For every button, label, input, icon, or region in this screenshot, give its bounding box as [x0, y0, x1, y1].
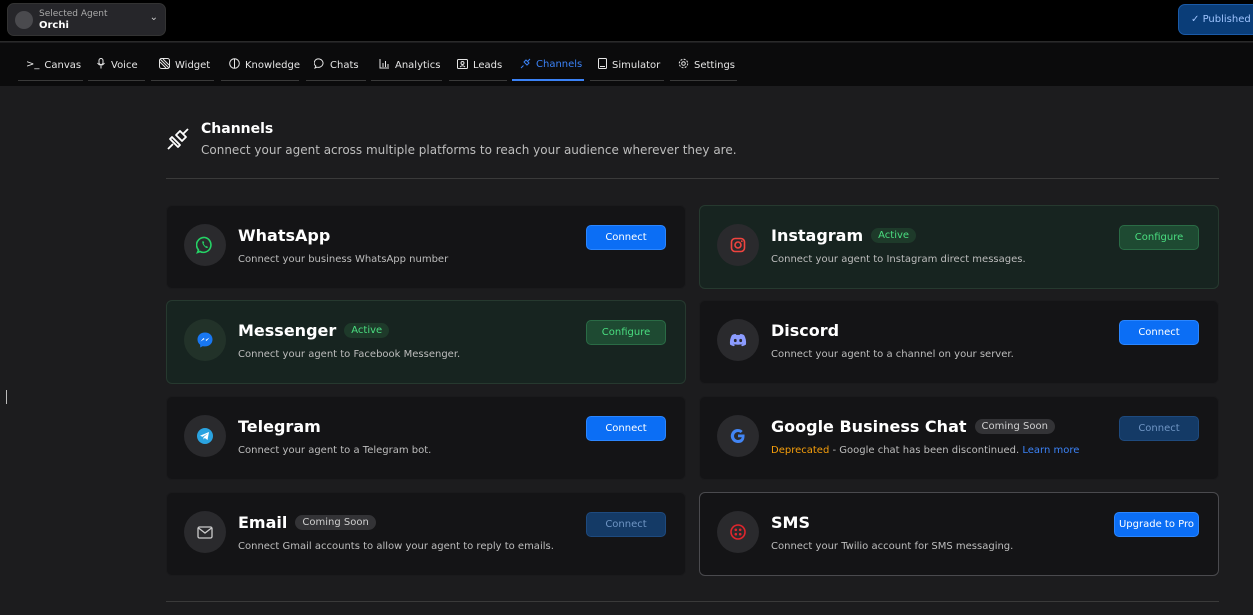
deprecated-label: Deprecated [771, 445, 830, 456]
channel-description: Connect your agent to Instagram direct m… [771, 254, 1026, 265]
tab-canvas[interactable]: >_ Canvas [18, 50, 83, 81]
connect-button[interactable]: Connect [1119, 320, 1199, 345]
connect-button[interactable]: Connect [586, 416, 666, 441]
channel-name: Email [238, 513, 288, 532]
connect-button[interactable]: Connect [586, 225, 666, 250]
channel-card-sms: SMS Connect your Twilio account for SMS … [699, 492, 1219, 576]
messenger-icon [184, 319, 226, 361]
channel-card-whatsapp: WhatsApp Connect your business WhatsApp … [166, 205, 686, 289]
tab-label: Settings [694, 59, 736, 71]
twilio-icon [717, 511, 759, 553]
tab-label: Analytics [395, 59, 441, 71]
page-title: Channels [201, 121, 274, 137]
channel-card-discord: Discord Connect your agent to a channel … [699, 300, 1219, 384]
check-icon: ✓ [1191, 14, 1200, 25]
tab-label: Channels [536, 59, 583, 70]
channel-name: Discord [771, 321, 840, 340]
divider [166, 178, 1219, 179]
discord-icon [717, 319, 759, 361]
channel-card-instagram: Instagram Active Connect your agent to I… [699, 205, 1219, 289]
coming-soon-badge: Coming Soon [974, 419, 1055, 434]
connect-button-disabled: Connect [586, 512, 666, 537]
instagram-icon [717, 224, 759, 266]
tab-label: Knowledge [245, 59, 300, 71]
mail-icon [184, 511, 226, 553]
tab-analytics[interactable]: Analytics [371, 50, 442, 81]
channel-name: Telegram [238, 417, 321, 436]
tab-settings[interactable]: Settings [670, 50, 737, 81]
bar-chart-icon [379, 58, 390, 72]
agent-name: Orchi [39, 20, 69, 31]
agent-selector[interactable]: Selected Agent Orchi ⌄ [7, 3, 166, 36]
top-bar: Selected Agent Orchi ⌄ ✓ Published [0, 0, 1253, 42]
contact-card-icon [457, 58, 468, 72]
tab-label: Chats [330, 59, 359, 71]
coming-soon-badge: Coming Soon [295, 515, 376, 530]
tab-leads[interactable]: Leads [449, 50, 507, 81]
learn-more-link[interactable]: Learn more [1022, 445, 1079, 456]
upgrade-to-pro-button[interactable]: Upgrade to Pro [1114, 512, 1199, 537]
terminal-icon: >_ [26, 59, 40, 70]
channel-name: Google Business Chat [771, 417, 967, 436]
channel-description: Connect your agent to a channel on your … [771, 349, 1014, 360]
gear-icon [678, 58, 689, 72]
plug-icon [166, 127, 190, 151]
channel-name: WhatsApp [238, 226, 331, 245]
tab-label: Leads [473, 59, 503, 71]
configure-button[interactable]: Configure [1119, 225, 1199, 250]
tab-simulator[interactable]: Simulator [590, 50, 664, 81]
connect-button-disabled: Connect [1119, 416, 1199, 441]
text-cursor [6, 390, 7, 404]
published-label: Published [1202, 14, 1251, 25]
tab-channels[interactable]: Channels [512, 50, 584, 81]
tab-label: Widget [175, 59, 211, 71]
agent-avatar [15, 11, 33, 29]
tab-label: Voice [111, 59, 138, 71]
mic-icon [96, 58, 106, 72]
tab-label: Canvas [44, 59, 82, 71]
chevron-down-icon: ⌄ [149, 12, 158, 23]
plug-icon [520, 58, 531, 72]
brain-icon [229, 58, 240, 72]
tab-knowledge[interactable]: Knowledge [221, 50, 300, 81]
page-subtitle: Connect your agent across multiple platf… [201, 143, 737, 157]
chat-bubble-icon [313, 58, 325, 72]
channel-description: Connect Gmail accounts to allow your age… [238, 541, 554, 552]
tab-widget[interactable]: Widget [151, 50, 214, 81]
google-icon [717, 415, 759, 457]
channel-card-telegram: Telegram Connect your agent to a Telegra… [166, 396, 686, 480]
channel-description: Connect your business WhatsApp number [238, 254, 449, 265]
deprecation-note: - Google chat has been discontinued. [829, 445, 1023, 456]
status-badge: Active [344, 323, 390, 338]
published-button[interactable]: ✓ Published [1178, 4, 1253, 35]
channel-description: Deprecated - Google chat has been discon… [771, 445, 1079, 456]
channel-name: Instagram [771, 226, 864, 245]
tab-voice[interactable]: Voice [88, 50, 145, 81]
agent-selector-label: Selected Agent [39, 9, 108, 19]
divider [166, 601, 1219, 602]
channel-name: Messenger [238, 321, 337, 340]
tab-label: Simulator [612, 59, 661, 71]
channel-card-messenger: Messenger Active Connect your agent to F… [166, 300, 686, 384]
status-badge: Active [871, 228, 917, 243]
channel-card-google-business-chat: Google Business Chat Coming Soon Depreca… [699, 396, 1219, 480]
whatsapp-icon [184, 224, 226, 266]
tab-bar: >_ Canvas Voice Widget Knowledge Chats A… [0, 43, 1253, 86]
telegram-icon [184, 415, 226, 457]
widget-icon [159, 58, 170, 72]
device-icon [598, 58, 607, 72]
channel-description: Connect your agent to Facebook Messenger… [238, 349, 461, 360]
channel-description: Connect your Twilio account for SMS mess… [771, 541, 1014, 552]
channel-card-email: Email Coming Soon Connect Gmail accounts… [166, 492, 686, 576]
tab-chats[interactable]: Chats [306, 50, 366, 81]
channel-name: SMS [771, 513, 810, 532]
configure-button[interactable]: Configure [586, 320, 666, 345]
channel-description: Connect your agent to a Telegram bot. [238, 445, 432, 456]
